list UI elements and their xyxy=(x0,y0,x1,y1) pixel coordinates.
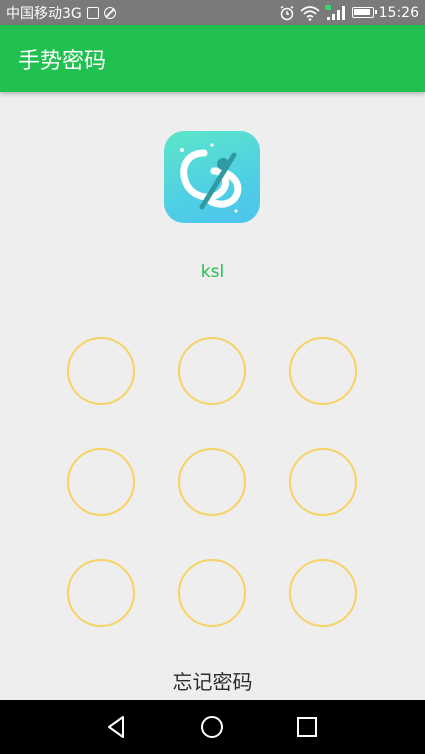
gesture-pattern-pad[interactable] xyxy=(0,0,425,754)
app-logo-icon xyxy=(164,131,260,223)
page-title: 手势密码 xyxy=(18,48,107,74)
pattern-node-4[interactable] xyxy=(67,448,135,516)
clock-label: 15:26 xyxy=(378,4,419,21)
pattern-node-6[interactable] xyxy=(289,448,357,516)
pattern-node-9[interactable] xyxy=(289,559,357,627)
status-left: 中国移动3G xyxy=(6,3,116,23)
back-icon[interactable] xyxy=(104,714,130,740)
home-icon[interactable] xyxy=(199,714,225,740)
battery-icon xyxy=(351,7,377,18)
pattern-node-3[interactable] xyxy=(289,337,357,405)
wifi-icon xyxy=(300,5,320,21)
image-icon xyxy=(86,6,99,19)
signal-icon xyxy=(324,4,345,20)
status-bar: 中国移动3G 15:26 xyxy=(0,0,425,25)
pattern-node-7[interactable] xyxy=(67,559,135,627)
app-bar: 手势密码 xyxy=(0,25,425,92)
system-nav-bar xyxy=(0,700,425,754)
recents-icon[interactable] xyxy=(294,714,320,740)
pattern-node-5[interactable] xyxy=(178,448,246,516)
alarm-icon xyxy=(280,5,294,20)
pattern-node-1[interactable] xyxy=(67,337,135,405)
status-right: 15:26 xyxy=(279,4,419,21)
forgot-password-link[interactable]: 忘记密码 xyxy=(0,666,425,695)
pattern-node-2[interactable] xyxy=(178,337,246,405)
username-label: ksl xyxy=(200,262,225,282)
carrier-label: 中国移动3G xyxy=(6,5,82,22)
pattern-node-8[interactable] xyxy=(178,559,246,627)
blocked-icon xyxy=(103,6,116,19)
